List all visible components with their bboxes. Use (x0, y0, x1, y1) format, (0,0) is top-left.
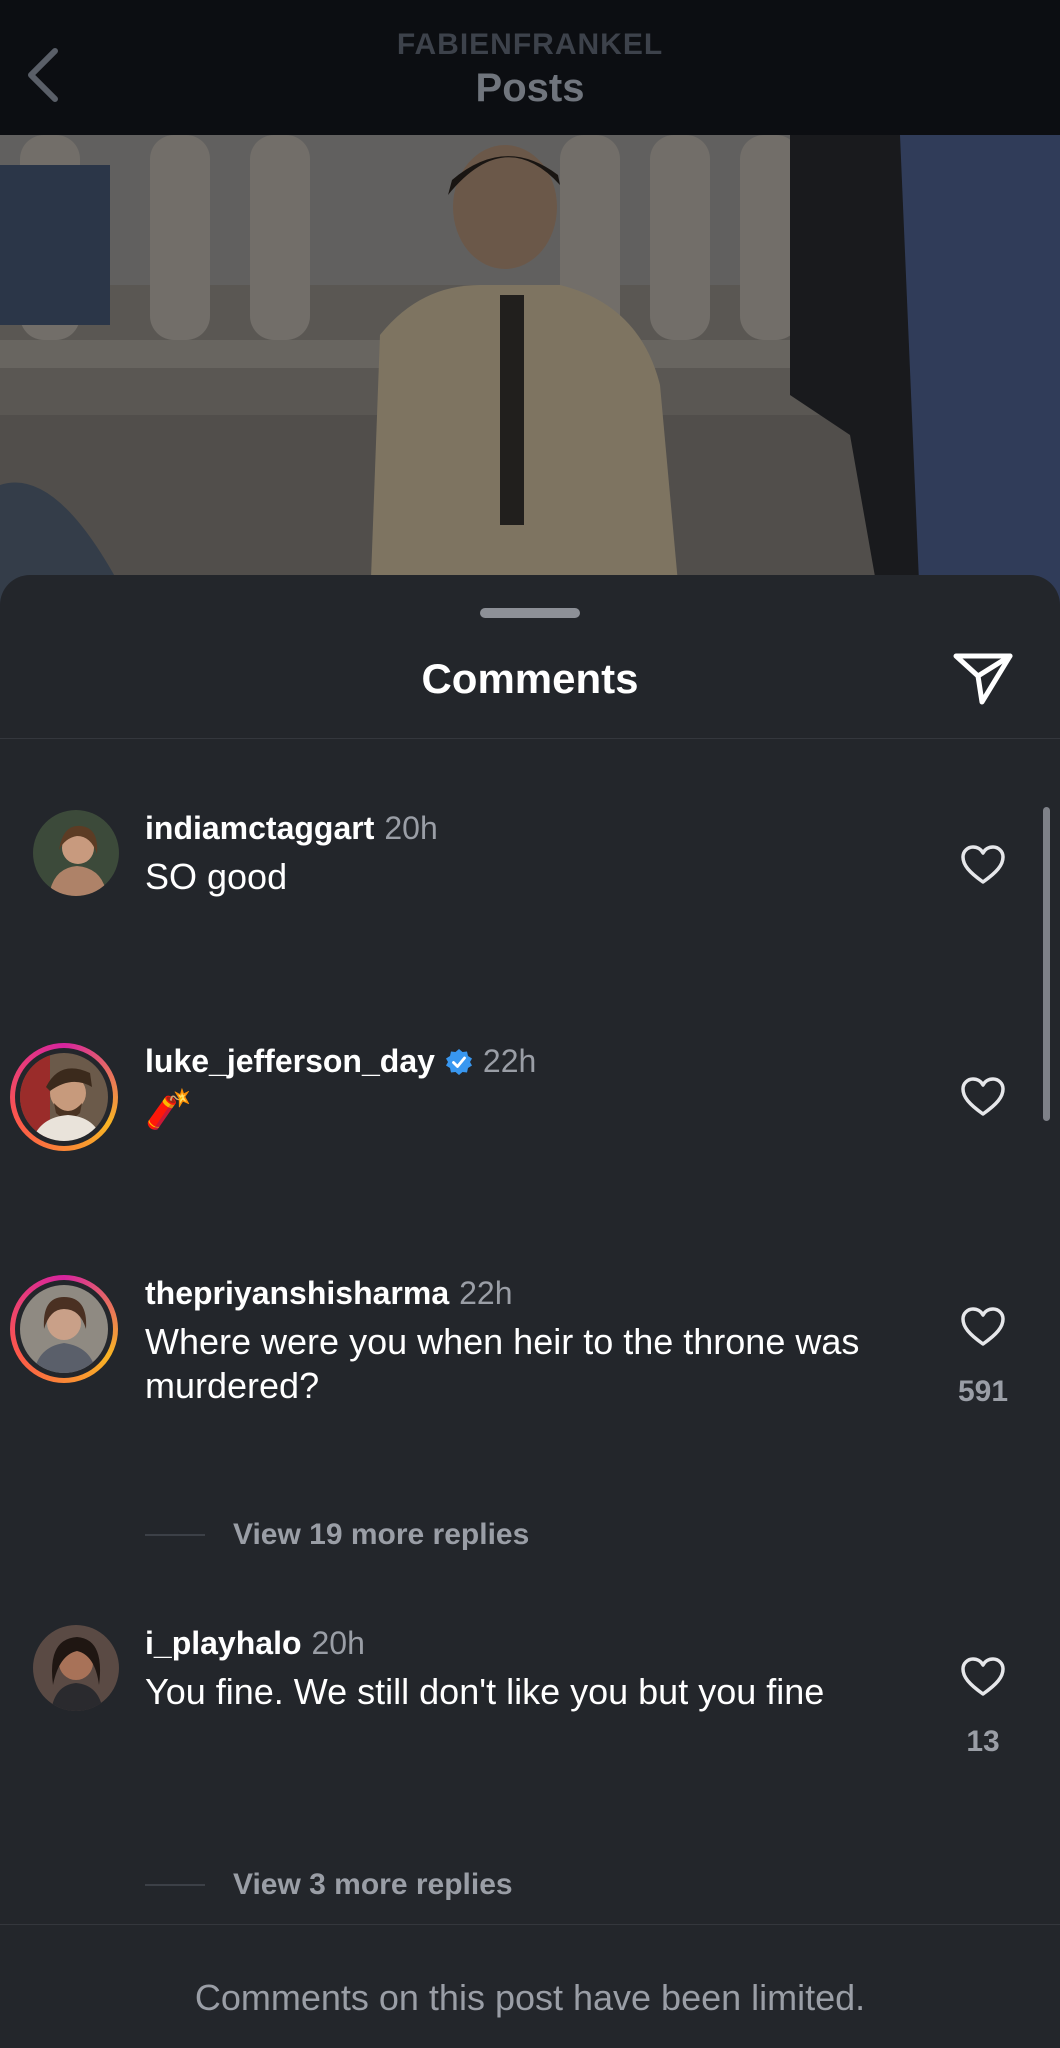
like-button[interactable] (960, 842, 1006, 888)
comment-user-line: i_playhalo 20h (145, 1625, 365, 1662)
footer-divider (0, 1924, 1060, 1925)
comment-text: You fine. We still don't like you but yo… (145, 1671, 825, 1712)
like-count: 13 (966, 1725, 1000, 1758)
like-button[interactable] (960, 1074, 1006, 1120)
comment-user-line: indiamctaggart 20h (145, 810, 438, 847)
comment-user-line: luke_jefferson_day 22h (145, 1043, 536, 1080)
scrollbar[interactable] (1043, 807, 1050, 1121)
sheet-title: Comments (421, 655, 639, 702)
comment-time: 22h (482, 1043, 537, 1079)
view-replies-button[interactable]: View 3 more replies (145, 1868, 513, 1902)
comments-sheet: Comments indiamctaggart 20h SO good luke… (0, 575, 1060, 2048)
comment-text: 🧨 (145, 1089, 193, 1131)
avatar (20, 1285, 108, 1373)
view-replies-label: View 3 more replies (233, 1868, 513, 1901)
top-nav-bar: FABIENFRANKEL Posts (0, 0, 1060, 135)
replies-connector-line (145, 1884, 205, 1886)
avatar[interactable] (33, 810, 119, 896)
comment-time: 20h (311, 1625, 365, 1661)
comment-username[interactable]: thepriyanshisharma (145, 1275, 449, 1312)
story-ring[interactable] (10, 1043, 118, 1151)
share-button[interactable] (950, 645, 1016, 711)
comment-time: 20h (384, 810, 438, 846)
post-photo (0, 135, 1060, 605)
comment-text: SO good (145, 856, 288, 897)
verified-icon (445, 1048, 472, 1075)
page-title: Posts (475, 66, 585, 110)
profile-username: FABIENFRANKEL (396, 28, 664, 61)
avatar[interactable] (33, 1625, 119, 1711)
comment-text: Where were you when heir to the throne w… (145, 1321, 860, 1406)
drag-handle[interactable] (480, 608, 580, 618)
replies-connector-line (145, 1534, 205, 1536)
view-replies-label: View 19 more replies (233, 1518, 530, 1551)
comment-user-line: thepriyanshisharma 22h (145, 1275, 513, 1312)
like-count: 591 (957, 1375, 1009, 1408)
heart-icon (961, 1307, 1005, 1346)
header-divider (0, 738, 1060, 739)
avatar (20, 1053, 108, 1141)
comments-limited-notice: Comments on this post have been limited. (194, 1977, 866, 2018)
heart-icon (961, 1657, 1005, 1696)
view-replies-button[interactable]: View 19 more replies (145, 1518, 529, 1552)
share-icon (953, 653, 1013, 705)
like-button[interactable] (960, 1654, 1006, 1700)
heart-icon (961, 1077, 1005, 1116)
heart-icon (961, 845, 1005, 884)
comment-username[interactable]: i_playhalo (145, 1625, 302, 1662)
comment-time: 22h (459, 1275, 513, 1311)
story-ring[interactable] (10, 1275, 118, 1383)
comment-username[interactable]: indiamctaggart (145, 810, 374, 847)
comment-username[interactable]: luke_jefferson_day (145, 1043, 435, 1080)
like-button[interactable] (960, 1304, 1006, 1350)
